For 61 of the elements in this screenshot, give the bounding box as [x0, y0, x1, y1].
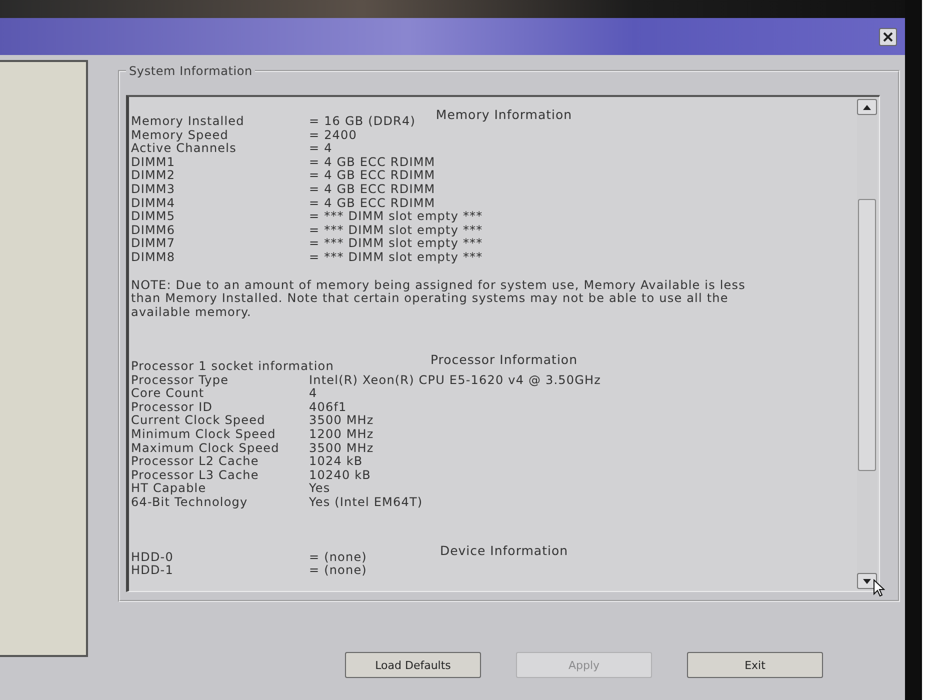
- dialog-button[interactable]: Exit: [687, 652, 823, 678]
- info-label: Maximum Clock Speed: [131, 442, 280, 456]
- group-title: System Information: [128, 64, 254, 78]
- info-value: 406f1: [309, 400, 347, 414]
- info-label: Core Count: [131, 387, 204, 401]
- info-label: DIMM5: [131, 210, 176, 224]
- scrollbar-thumb[interactable]: [858, 199, 876, 471]
- info-label: DIMM8: [131, 250, 176, 265]
- info-label: DIMM7: [131, 237, 176, 251]
- info-label: Memory Installed: [131, 115, 246, 129]
- info-label: DIMM6: [131, 224, 176, 238]
- info-value: = 4: [309, 142, 332, 156]
- info-label: DIMM4: [131, 196, 176, 210]
- info-value: = (none): [309, 564, 367, 578]
- info-label: Minimum Clock Speed: [131, 428, 277, 442]
- info-value: 1024 kB: [309, 455, 363, 469]
- info-value: = 4 GB ECC RDIMM: [309, 169, 436, 183]
- info-label: 64-Bit Technology: [131, 496, 249, 510]
- info-value: 3500 MHz: [309, 442, 374, 456]
- info-label: HT Capable: [131, 482, 208, 496]
- info-value: = *** DIMM slot empty ***: [309, 210, 483, 224]
- info-label: Processor 1 socket information: [131, 360, 334, 374]
- scroll-up-button[interactable]: [857, 99, 877, 115]
- note-text: NOTE: Due to an amount of memory being assigned for system use, Memory Available is less than Memory Installed. Note that certain operating systems may not be able to use all the available memory.: [131, 278, 746, 320]
- info-value: = *** DIMM slot empty ***: [309, 237, 483, 251]
- info-value: Yes: [309, 482, 330, 496]
- info-label: Memory Speed: [131, 128, 230, 142]
- info-value: = 16 GB (DDR4): [309, 115, 416, 129]
- info-value: = (none): [309, 550, 367, 564]
- mouse-pointer-icon: [873, 579, 885, 597]
- info-label: Processor Type: [131, 374, 230, 388]
- info-value: Intel(R) Xeon(R) CPU E5-1620 v4 @ 3.50GHz: [309, 374, 602, 388]
- info-label: DIMM2: [131, 169, 176, 183]
- info-value: Yes (Intel EM64T): [309, 496, 423, 510]
- info-label: Active Channels: [131, 142, 238, 156]
- info-value: 3500 MHz: [309, 414, 374, 428]
- info-label: HDD-0: [131, 550, 174, 564]
- info-label: HDD-1: [131, 564, 174, 578]
- info-label: Processor L2 Cache: [131, 455, 259, 469]
- dialog-button[interactable]: Load Defaults: [345, 652, 481, 678]
- info-label: Current Clock Speed: [131, 414, 266, 428]
- section-heading: Device Information: [440, 544, 568, 557]
- info-value: = 4 GB ECC RDIMM: [309, 196, 436, 210]
- info-value: = 4 GB ECC RDIMM: [309, 182, 436, 197]
- info-value: = 4 GB ECC RDIMM: [309, 156, 436, 170]
- info-label: DIMM1: [131, 156, 176, 170]
- close-icon: [883, 32, 893, 42]
- section-heading: Processor Information: [430, 353, 578, 366]
- info-value: = *** DIMM slot empty ***: [309, 250, 483, 265]
- info-value: 4: [309, 387, 318, 401]
- info-label: Processor L3 Cache: [131, 468, 260, 482]
- info-value: 1200 MHz: [309, 428, 374, 442]
- info-label: DIMM3: [131, 182, 176, 197]
- info-value: 10240 kB: [309, 468, 371, 482]
- section-heading: Memory Information: [436, 108, 572, 121]
- close-button[interactable]: [879, 28, 897, 46]
- up-arrow-icon: [863, 104, 871, 110]
- info-value: = *** DIMM slot empty ***: [309, 224, 483, 238]
- down-arrow-icon: [863, 578, 871, 584]
- info-label: Processor ID: [131, 400, 214, 414]
- info-value: = 2400: [309, 128, 358, 142]
